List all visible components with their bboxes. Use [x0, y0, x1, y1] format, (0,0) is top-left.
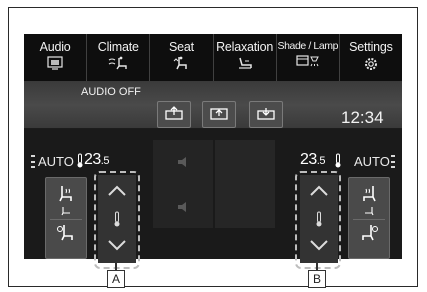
- audio-status: AUDIO OFF: [81, 86, 141, 98]
- relaxation-seat-icon: [238, 57, 252, 69]
- temp-dec: .5: [316, 155, 326, 167]
- tab-label: Shade / Lamp: [277, 40, 339, 52]
- highlight-b: [295, 171, 341, 269]
- fan-icon: [178, 157, 186, 167]
- seat-ventilation-icon[interactable]: [358, 223, 380, 243]
- temp-int: 23: [84, 151, 101, 168]
- seat-ventilation-icon[interactable]: [55, 223, 77, 243]
- fan-panel-left: [153, 140, 213, 228]
- tab-seat[interactable]: Seat: [150, 34, 214, 81]
- auto-label-right[interactable]: AUTO: [354, 154, 390, 169]
- tab-audio[interactable]: Audio: [24, 34, 88, 81]
- fan-panel-right: [215, 140, 275, 228]
- tab-label: Settings: [349, 40, 393, 54]
- divider: [50, 219, 82, 220]
- airflow-mode-button-1[interactable]: [157, 101, 191, 128]
- seat-heater-icon[interactable]: [358, 184, 380, 204]
- tab-shade-lamp[interactable]: Shade / Lamp: [277, 34, 340, 81]
- seat-icon: [174, 56, 188, 70]
- temp-dec: .5: [100, 155, 110, 167]
- airflow-mode-button-3[interactable]: [249, 101, 283, 128]
- airflow-lower-icon: [257, 108, 275, 120]
- shade-lamp-icon: [296, 55, 319, 67]
- callout-a: A: [107, 270, 125, 288]
- tab-label: Relaxation: [216, 40, 274, 54]
- auto-label-left[interactable]: AUTO: [38, 154, 74, 169]
- tab-relaxation[interactable]: Relaxation: [214, 34, 277, 81]
- divider: [353, 219, 385, 220]
- thermometer-icon: [77, 153, 83, 168]
- clock: 12:34: [341, 108, 384, 127]
- tab-climate[interactable]: Climate: [87, 34, 151, 81]
- tab-settings[interactable]: Settings: [340, 34, 402, 81]
- seat-heater-icon[interactable]: [55, 184, 77, 204]
- airflow-mode-button-2[interactable]: [202, 101, 236, 128]
- tab-label: Climate: [97, 40, 139, 54]
- tab-label: Audio: [39, 40, 71, 54]
- fan-icon: [178, 202, 186, 212]
- seat-icon: [61, 207, 70, 216]
- highlight-a: [94, 171, 140, 269]
- airflow-upper-icon: [165, 106, 183, 120]
- seat-controls-left: [45, 177, 87, 259]
- fan-level-bars-right: [391, 155, 395, 168]
- temperature-right: 23.5: [300, 151, 325, 169]
- seat-icon: [365, 207, 374, 216]
- temp-int: 23: [300, 151, 317, 168]
- top-tab-bar: Audio Climate Seat Relaxation Shade / La…: [24, 34, 402, 82]
- airflow-center-icon: [210, 108, 228, 120]
- callout-b: B: [308, 270, 326, 288]
- seat-controls-right: [348, 177, 390, 259]
- thermometer-icon: [335, 153, 341, 168]
- temperature-left: 23.5: [84, 151, 109, 169]
- screen-icon: [47, 56, 63, 70]
- tab-label: Seat: [168, 40, 194, 54]
- gear-icon: [364, 58, 377, 70]
- climate-seat-icon: [108, 56, 127, 70]
- fan-level-bars-left: [31, 155, 35, 168]
